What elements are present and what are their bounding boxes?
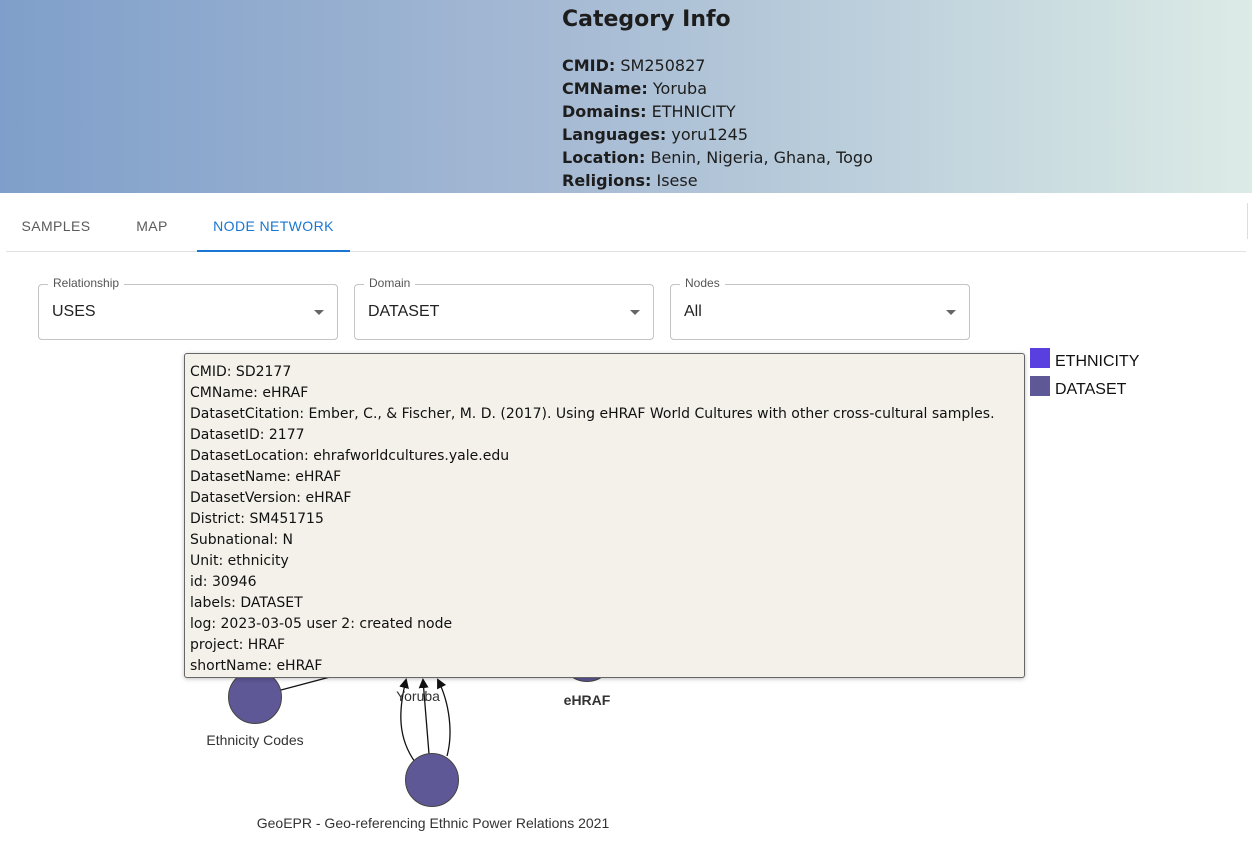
tooltip-line: Unit: ethnicity [190, 553, 289, 569]
graph-edge [280, 676, 331, 691]
node-tooltip: CMID: SD2177 CMName: eHRAF DatasetCitati… [184, 353, 1025, 678]
tooltip-line: DatasetLocation: ehrafworldcultures.yale… [190, 448, 510, 464]
graph-node-ethnicity-codes[interactable] [228, 670, 282, 724]
tooltip-line: District: SM451715 [190, 511, 324, 527]
tooltip-line: shortName: eHRAF [190, 658, 323, 674]
tooltip-line: DatasetCitation: Ember, C., & Fischer, M… [190, 406, 995, 422]
tooltip-line: project: HRAF [190, 637, 286, 653]
tooltip-line: Subnational: N [190, 532, 294, 548]
tooltip-line: DatasetID: 2177 [190, 427, 305, 443]
tooltip-line: id: 30946 [190, 574, 257, 590]
tooltip-line: log: 2023-03-05 user 2: created node [190, 616, 453, 632]
graph-node-label: GeoEPR - Geo-referencing Ethnic Power Re… [257, 815, 610, 831]
tooltip-line: labels: DATASET [190, 595, 303, 611]
tooltip-line: DatasetName: eHRAF [190, 469, 342, 485]
tooltip-line: CMName: eHRAF [190, 385, 309, 401]
graph-node-label: Ethnicity Codes [206, 732, 303, 748]
tooltip-line: DatasetVersion: eHRAF [190, 490, 352, 506]
graph-node-label: Yoruba [396, 688, 440, 704]
tooltip-line: CMID: SD2177 [190, 364, 292, 380]
graph-node-geoepr[interactable] [405, 753, 459, 807]
graph-node-label: eHRAF [564, 692, 611, 708]
